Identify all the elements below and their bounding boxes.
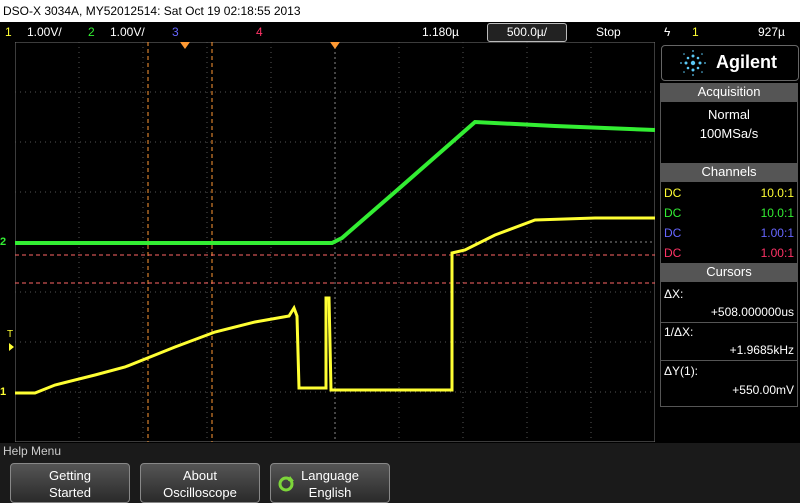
language-button[interactable]: Language English: [270, 463, 390, 503]
softkey-bar: Help Menu Getting Started About Oscillos…: [0, 443, 800, 503]
agilent-spark-icon: [680, 50, 706, 76]
ch2-scale[interactable]: 1.00V/: [110, 22, 145, 42]
softkey-2-line2: Oscilloscope: [163, 485, 237, 500]
about-oscilloscope-button[interactable]: About Oscilloscope: [140, 463, 260, 503]
logo-text: Agilent: [716, 52, 777, 72]
acq-mode: Normal: [708, 107, 750, 122]
trigger-edge-icon: ϟ: [664, 25, 671, 39]
ch2-ground-marker[interactable]: 2: [0, 236, 6, 248]
ch4-number[interactable]: 4: [256, 22, 263, 42]
ch2-probe: 10.0:1: [760, 206, 794, 220]
delay-readout[interactable]: 1.180µ: [422, 22, 459, 42]
channels-header[interactable]: Channels: [660, 163, 798, 181]
ch1-number[interactable]: 1: [5, 22, 12, 42]
trigger-level-marker[interactable]: T: [7, 329, 13, 340]
timebase-readout[interactable]: 500.0µ/: [487, 23, 567, 42]
run-state[interactable]: Stop: [596, 22, 621, 42]
ch1-scale[interactable]: 1.00V/: [27, 22, 62, 42]
help-menu-label: Help Menu: [3, 444, 62, 458]
cursor-dx-value: +508.000000us: [710, 305, 794, 319]
side-panel: Agilent Acquisition Normal 100MSa/s Chan…: [660, 44, 799, 442]
window-title: DSO-X 3034A, MY52012514: Sat Oct 19 02:1…: [0, 0, 800, 22]
trigger-level[interactable]: 927µ: [758, 22, 785, 42]
softkey-1-line2: Started: [49, 485, 91, 500]
ch4-probe: 1.00:1: [760, 246, 794, 260]
status-bar: 1 1.00V/ 2 1.00V/ 3 4 1.180µ Stop ϟ 1 92…: [0, 22, 800, 42]
cursor-dx-label: ΔX:: [664, 287, 684, 301]
trigger-level-arrow: [9, 343, 14, 351]
brand-logo: Agilent: [661, 45, 799, 81]
rotate-knob-icon: [278, 476, 294, 492]
softkey-2-line1: About: [183, 468, 217, 483]
ch3-probe: 1.00:1: [760, 226, 794, 240]
softkey-1-line1: Getting: [49, 468, 91, 483]
cursor-dy-label: ΔY(1):: [664, 364, 699, 378]
cursors-header[interactable]: Cursors: [660, 263, 798, 281]
channels-body: DC 10.0:1 DC 10.0:1 DC 1.00:1 DC 1.00:1: [660, 181, 798, 265]
cursor-inv-dx-value: +1.9685kHz: [729, 343, 794, 357]
acquisition-body: Normal 100MSa/s: [660, 101, 798, 165]
getting-started-button[interactable]: Getting Started: [10, 463, 130, 503]
ch3-coupling: DC: [664, 226, 682, 240]
ch4-coupling: DC: [664, 246, 682, 260]
cursor-inv-dx-label: 1/ΔX:: [664, 325, 694, 339]
ch1-coupling: DC: [664, 186, 682, 200]
cursors-body: ΔX: +508.000000us 1/ΔX: +1.9685kHz ΔY(1)…: [660, 281, 798, 407]
ch3-number[interactable]: 3: [172, 22, 179, 42]
cursor-dy-value: +550.00mV: [732, 383, 794, 397]
ch2-number[interactable]: 2: [88, 22, 95, 42]
trigger-channel[interactable]: 1: [692, 22, 699, 42]
ch2-coupling: DC: [664, 206, 682, 220]
ch1-ground-marker[interactable]: 1: [0, 386, 6, 398]
acquisition-header[interactable]: Acquisition: [660, 83, 798, 101]
acq-rate: 100MSa/s: [699, 126, 759, 141]
ch1-probe: 10.0:1: [760, 186, 794, 200]
waveform-display: [15, 42, 655, 442]
